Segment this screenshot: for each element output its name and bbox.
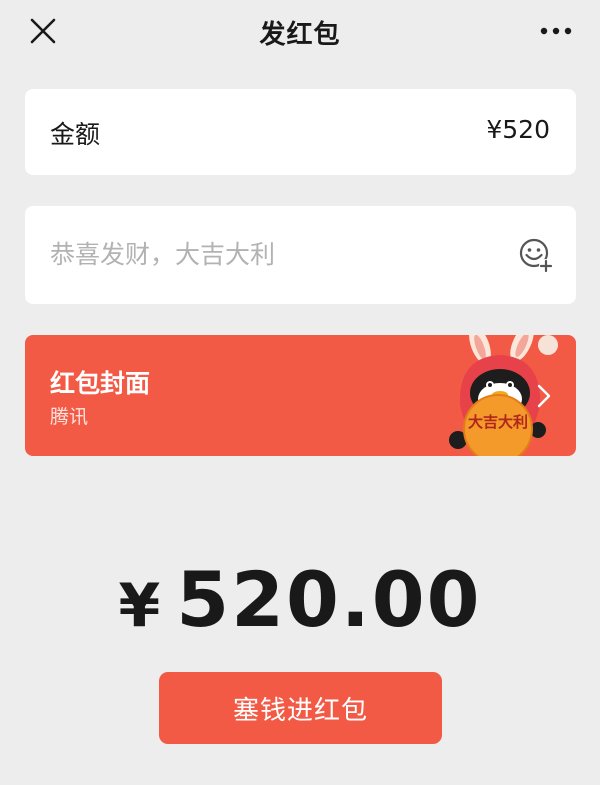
more-icon xyxy=(540,27,572,35)
total-amount-display: ¥520.00 xyxy=(0,555,600,644)
red-packet-cover-selector[interactable]: 红包封面 腾讯 大吉大利 xyxy=(25,335,576,456)
more-button[interactable] xyxy=(536,14,576,48)
put-money-in-packet-button[interactable]: 塞钱进红包 xyxy=(159,672,442,744)
emoji-button[interactable] xyxy=(518,236,554,274)
amount-value: ¥520 xyxy=(486,115,550,144)
amount-label: 金额 xyxy=(50,120,101,149)
cover-title: 红包封面 xyxy=(50,369,151,398)
top-bar: 发红包 xyxy=(0,0,600,62)
total-amount: 520.00 xyxy=(176,555,482,644)
greeting-field xyxy=(25,206,576,304)
page-title: 发红包 xyxy=(259,20,341,50)
emoji-add-icon xyxy=(519,238,553,273)
chevron-right-icon xyxy=(537,384,551,408)
currency-symbol: ¥ xyxy=(118,571,163,641)
greeting-input[interactable] xyxy=(50,234,490,274)
amount-field[interactable]: 金额 ¥520 xyxy=(25,89,576,175)
cover-art-text: 大吉大利 xyxy=(468,413,528,431)
cover-provider: 腾讯 xyxy=(50,406,89,428)
